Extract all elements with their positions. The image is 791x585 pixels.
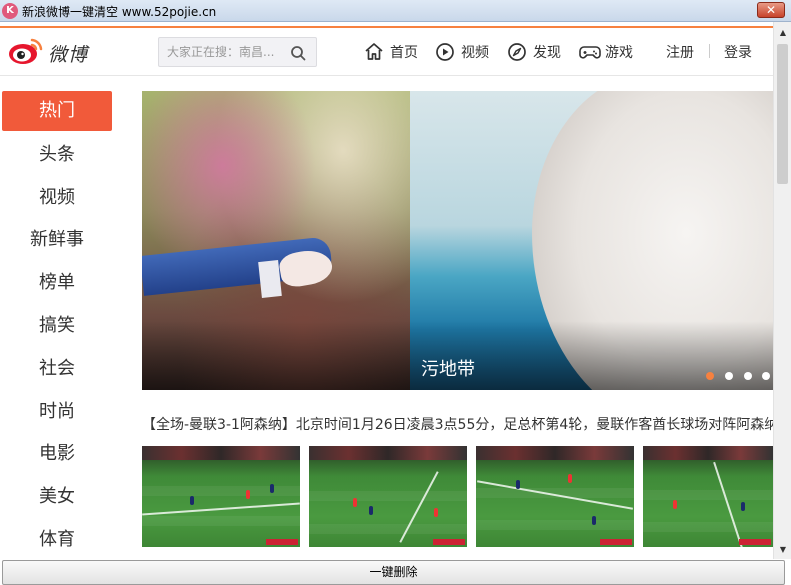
player-marker (568, 474, 572, 483)
player-marker (246, 490, 250, 499)
sidebar-item-beauty[interactable]: 美女 (2, 476, 112, 519)
search-box[interactable] (158, 37, 317, 67)
stands-shape (476, 446, 634, 460)
banner-caption[interactable]: 污地带 (421, 355, 475, 381)
score-overlay (433, 539, 465, 545)
player-marker (516, 480, 520, 489)
player-marker (673, 500, 677, 509)
window-titlebar: K 新浪微博一键清空 www.52pojie.cn ✕ (0, 0, 791, 22)
video-icon (436, 43, 454, 61)
player-marker (434, 508, 438, 517)
news-headline[interactable]: 【全场-曼联3-1阿森纳】北京时间1月26日凌晨3点55分，足总杯第4轮，曼联作… (142, 414, 773, 434)
player-marker (369, 506, 373, 515)
compass-icon (508, 43, 526, 61)
carousel-dot-3[interactable] (744, 372, 752, 380)
search-input[interactable] (167, 44, 285, 60)
nav-home-label: 首页 (390, 45, 418, 61)
pitch-stripe (309, 491, 467, 501)
banner-carousel[interactable]: 污地带 (142, 91, 773, 390)
sidebar-item-fashion[interactable]: 时尚 (2, 391, 112, 434)
sidebar-item-movies[interactable]: 电影 (2, 433, 112, 476)
logo-text: 微博 (48, 44, 89, 66)
stands-shape (142, 446, 300, 460)
pitch-line (142, 502, 300, 516)
scroll-down-arrow-icon[interactable]: ▼ (776, 543, 790, 557)
carousel-dot-4[interactable] (762, 372, 770, 380)
nav-discover-label: 发现 (533, 45, 561, 61)
score-overlay (600, 539, 632, 545)
player-marker (190, 496, 194, 505)
sidebar-item-novelty[interactable]: 新鲜事 (2, 219, 112, 262)
stands-shape (643, 446, 773, 460)
category-menu: 热门 头条 视频 新鲜事 榜单 搞笑 社会 时尚 电影 美女 体育 (2, 91, 112, 562)
register-link[interactable]: 注册 (666, 42, 694, 62)
banner-cuff-shape (258, 260, 282, 298)
score-overlay (266, 539, 298, 545)
close-button[interactable]: ✕ (757, 2, 785, 18)
window-title: 新浪微博一键清空 www.52pojie.cn (22, 5, 217, 19)
sidebar-item-sports[interactable]: 体育 (2, 519, 112, 562)
search-icon[interactable] (290, 45, 306, 61)
login-link[interactable]: 登录 (724, 42, 752, 62)
player-marker (592, 516, 596, 525)
pitch-stripe (309, 524, 467, 534)
nav-video-label: 视频 (461, 45, 489, 61)
nav-divider (709, 44, 710, 58)
match-photo-4[interactable] (643, 446, 773, 547)
scroll-thumb[interactable] (777, 44, 788, 184)
pitch-stripe (142, 516, 300, 526)
app-icon: K (2, 3, 18, 19)
match-photo-2[interactable] (309, 446, 467, 547)
pitch-stripe (643, 522, 773, 532)
player-marker (353, 498, 357, 507)
pitch-stripe (476, 520, 634, 530)
score-overlay (739, 539, 771, 545)
pitch-stripe (643, 490, 773, 500)
stands-shape (309, 446, 467, 460)
sidebar-item-video[interactable]: 视频 (2, 177, 112, 220)
carousel-dot-1[interactable] (706, 372, 714, 380)
pitch-stripe (142, 486, 300, 496)
gamepad-icon (579, 46, 601, 59)
weibo-logo[interactable]: 微博 (8, 36, 90, 66)
pitch-line (713, 461, 743, 547)
match-photo-3[interactable] (476, 446, 634, 547)
home-icon (365, 43, 383, 60)
vertical-scrollbar[interactable]: ▲ ▼ (773, 22, 791, 559)
sidebar-item-rankings[interactable]: 榜单 (2, 262, 112, 305)
sidebar-item-headlines[interactable]: 头条 (2, 134, 112, 177)
sidebar-item-society[interactable]: 社会 (2, 348, 112, 391)
player-marker (270, 484, 274, 493)
player-marker (741, 502, 745, 511)
weibo-eye-icon (9, 38, 43, 64)
match-photo-1[interactable] (142, 446, 300, 547)
sidebar-item-hot[interactable]: 热门 (2, 91, 112, 131)
sidebar-item-funny[interactable]: 搞笑 (2, 305, 112, 348)
header: 微博 首页 视频 发现 (0, 28, 773, 76)
delete-all-button[interactable]: 一键删除 (2, 560, 785, 585)
nav-games-label: 游戏 (605, 45, 633, 61)
carousel-dot-2[interactable] (725, 372, 733, 380)
scroll-up-arrow-icon[interactable]: ▲ (776, 26, 790, 40)
